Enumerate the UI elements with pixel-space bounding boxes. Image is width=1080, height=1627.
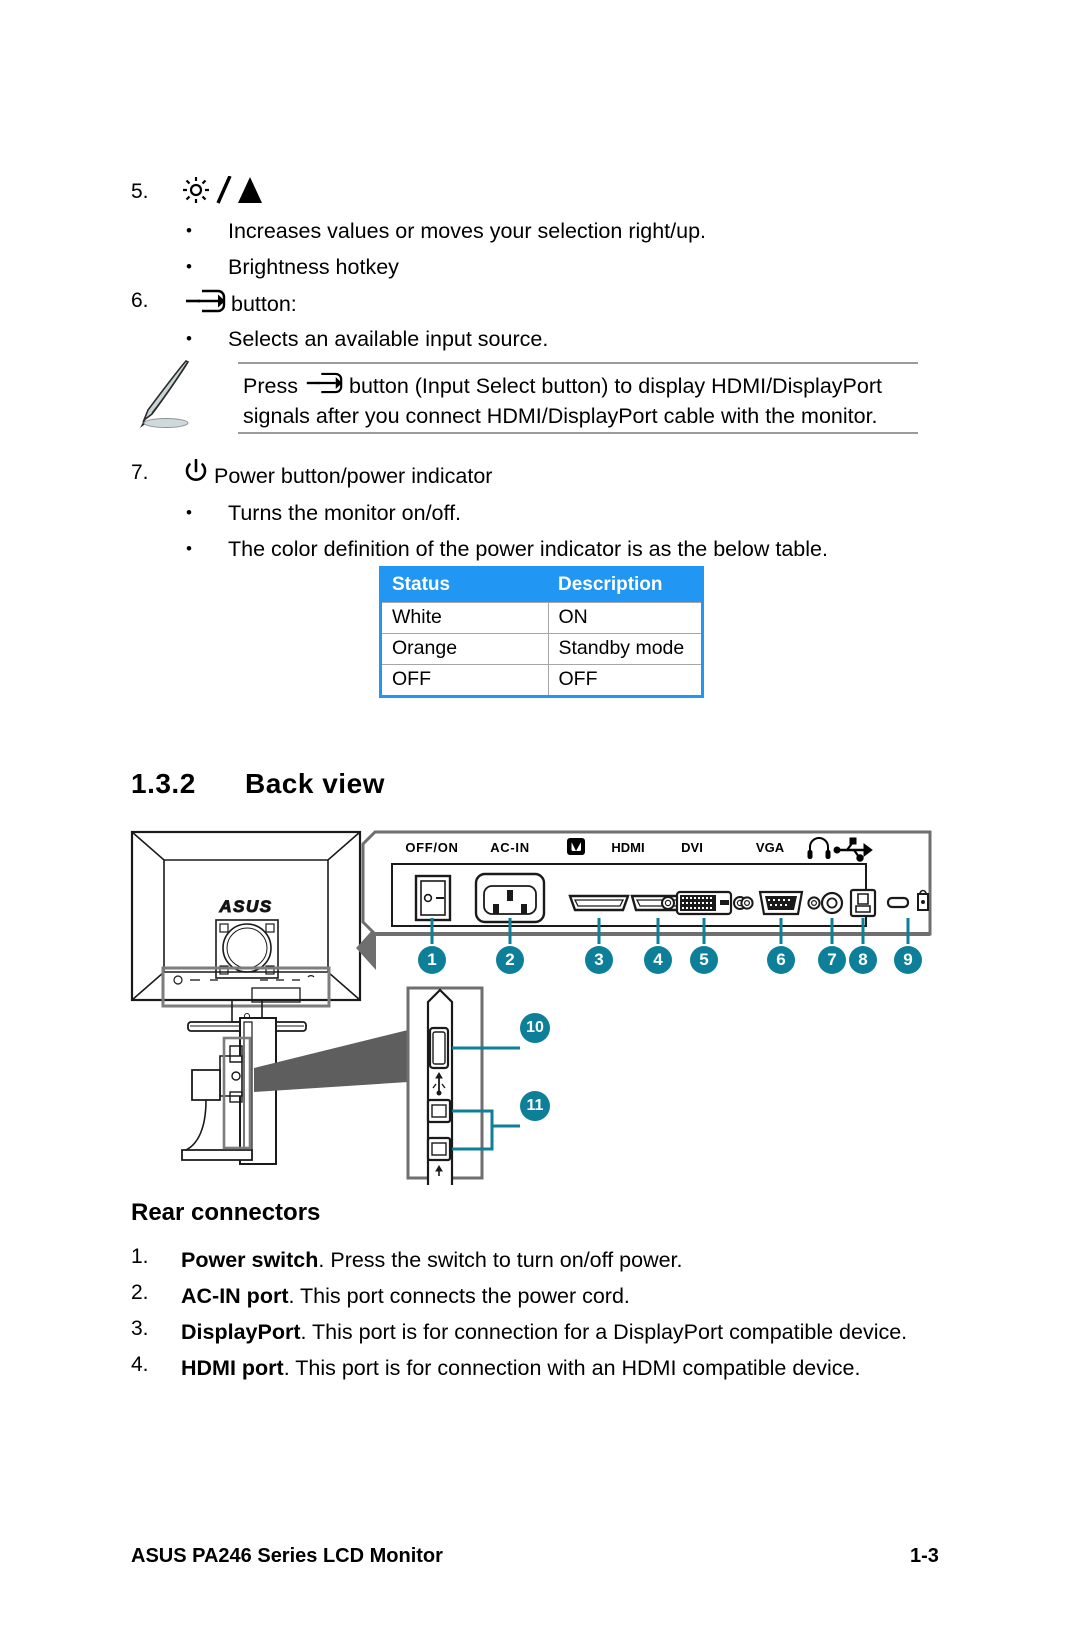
callout-7: 7 xyxy=(818,946,846,974)
connector-4-bold: HDMI port xyxy=(181,1356,284,1380)
pencil-note-icon xyxy=(140,360,190,428)
usb-upstream-port xyxy=(849,888,877,918)
callout-11: 11 xyxy=(520,1091,550,1121)
table-row: OFF OFF xyxy=(380,664,703,697)
side-ports-detail-panel xyxy=(406,986,484,1185)
note-line-1-prefix: Press xyxy=(243,374,298,398)
connector-1-text: Power switch. Press the switch to turn o… xyxy=(181,1245,683,1275)
callout-2: 2 xyxy=(496,946,524,974)
table-cell-description: OFF xyxy=(548,664,703,697)
item-7-label: Power button/power indicator xyxy=(214,464,493,488)
bullet-dot: • xyxy=(186,539,192,558)
note-top-rule xyxy=(238,362,918,364)
headphone-jack-port xyxy=(820,891,844,915)
section-number: 1.3.2 xyxy=(131,768,196,799)
connector-3-text: DisplayPort. This port is for connection… xyxy=(181,1317,907,1347)
monitor-back-illustration: ASUS xyxy=(130,830,362,1032)
item-7-bullet-2: The color definition of the power indica… xyxy=(228,537,828,561)
callout-5: 5 xyxy=(690,946,718,974)
connector-3-number: 3. xyxy=(131,1317,149,1340)
table-row: White ON xyxy=(380,602,703,634)
table-cell-description: ON xyxy=(548,602,703,634)
item-5-bullet-1: Increases values or moves your selection… xyxy=(228,219,707,243)
table-cell-status: Orange xyxy=(380,633,549,665)
label-off-on: OFF/ON xyxy=(405,840,458,855)
table-cell-status: White xyxy=(380,602,549,634)
table-header-row: Status Description xyxy=(380,567,703,603)
label-hdmi: HDMI xyxy=(611,840,644,855)
note-line-2: signals after you connect HDMI/DisplayPo… xyxy=(243,404,878,428)
connector-4-text: HDMI port. This port is for connection w… xyxy=(181,1353,860,1383)
displayport-port xyxy=(568,894,630,912)
connector-4-number: 4. xyxy=(131,1353,149,1376)
svg-text:ASUS: ASUS xyxy=(218,897,272,916)
table-header-description: Description xyxy=(548,567,703,603)
ac-in-port xyxy=(474,872,546,924)
connector-1-number: 1. xyxy=(131,1245,149,1268)
callout-1: 1 xyxy=(418,946,446,974)
connector-1-bold: Power switch xyxy=(181,1248,319,1272)
item-5-number: 5. xyxy=(131,180,149,203)
power-icon xyxy=(185,459,207,481)
item-7-number: 7. xyxy=(131,461,149,484)
brightness-up-icon xyxy=(183,176,262,204)
callout-8: 8 xyxy=(849,946,877,974)
bullet-dot: • xyxy=(186,221,192,240)
item-6-number: 6. xyxy=(131,289,149,312)
connector-3-bold: DisplayPort xyxy=(181,1320,301,1344)
connector-2-number: 2. xyxy=(131,1281,149,1304)
displayport-logo-icon xyxy=(567,838,585,855)
connector-3-desc: . This port is for connection for a Disp… xyxy=(300,1320,908,1344)
bullet-dot: • xyxy=(186,329,192,348)
note-bottom-rule xyxy=(238,432,918,434)
rear-connectors-heading: Rear connectors xyxy=(131,1199,321,1226)
table-cell-status: OFF xyxy=(380,664,549,697)
connector-1-desc: . Press the switch to turn on/off power. xyxy=(318,1248,683,1272)
rear-panel-illustration: OFF/ON AC-IN HDMI DVI VGA xyxy=(361,830,932,936)
item-5-bullet-2: Brightness hotkey xyxy=(228,255,399,279)
note-line-1-suffix: button (Input Select button) to display … xyxy=(349,374,882,398)
label-ac-in: AC-IN xyxy=(490,840,530,855)
table-header-status: Status xyxy=(380,567,548,603)
input-select-icon xyxy=(186,289,226,313)
item-7-bullet-1: Turns the monitor on/off. xyxy=(228,501,462,525)
label-vga: VGA xyxy=(756,840,785,855)
callout-6: 6 xyxy=(767,946,795,974)
connector-4-desc: . This port is for connection with an HD… xyxy=(283,1356,861,1380)
zoom-arrow-side xyxy=(254,1030,408,1092)
connector-2-text: AC-IN port. This port connects the power… xyxy=(181,1281,630,1311)
callout-4: 4 xyxy=(644,946,672,974)
callout-9: 9 xyxy=(894,946,922,974)
footer-page-number: 1-3 xyxy=(910,1545,939,1567)
power-switch-port xyxy=(414,874,452,922)
back-view-figure: ASUS OFF/ON AC-IN HDMI DVI VGA xyxy=(130,830,932,1185)
power-indicator-status-table: Status Description White ON Orange Stand… xyxy=(379,566,704,698)
callout-3: 3 xyxy=(585,946,613,974)
table-row: Orange Standby mode xyxy=(380,633,703,665)
input-select-icon xyxy=(306,372,343,394)
table-cell-description: Standby mode xyxy=(548,633,703,665)
bullet-dot: • xyxy=(186,503,192,522)
item-6-label: button: xyxy=(231,292,297,316)
connector-2-desc: . This port connects the power cord. xyxy=(288,1284,630,1308)
footer-document-title: ASUS PA246 Series LCD Monitor xyxy=(131,1545,443,1567)
label-dvi: DVI xyxy=(681,840,703,855)
item-6-bullet-1: Selects an available input source. xyxy=(228,327,549,351)
connector-2-bold: AC-IN port xyxy=(181,1284,289,1308)
callout-10: 10 xyxy=(520,1013,550,1043)
page-title: Back view xyxy=(245,768,385,799)
manual-page: 5. • Increases values or moves your sele… xyxy=(0,0,1080,1627)
bullet-dot: • xyxy=(186,257,192,276)
